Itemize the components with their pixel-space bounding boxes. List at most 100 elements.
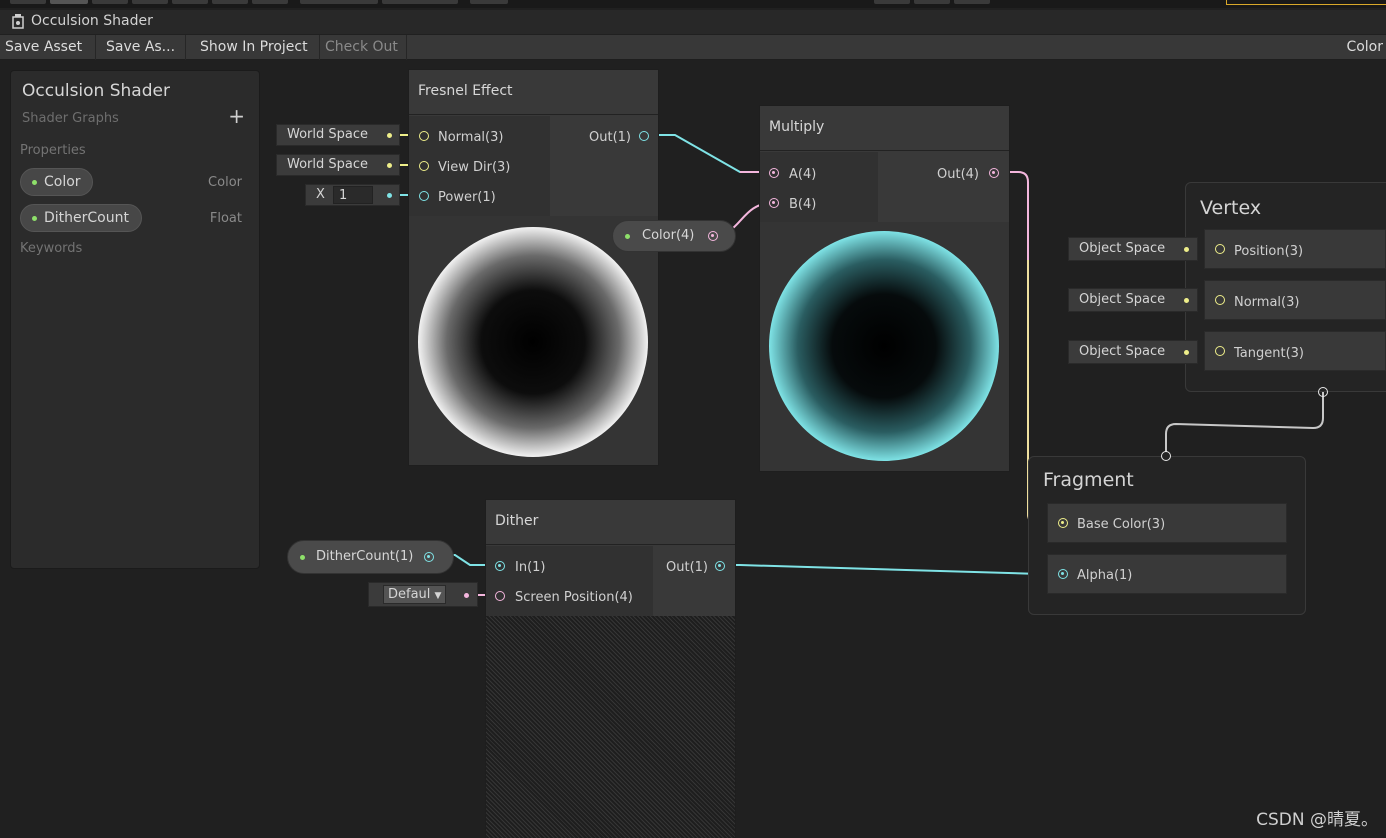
color-property-node[interactable]: Color(4): [612, 220, 736, 252]
keywords-section-label: Keywords: [20, 241, 83, 256]
property-type: Float: [209, 211, 242, 226]
power-axis-label: X: [316, 187, 325, 202]
base-color-slot[interactable]: Base Color(3): [1047, 503, 1287, 543]
blackboard-title: Occulsion Shader: [22, 81, 170, 101]
graph-toolbar: Save Asset Save As... Show In Project Ch…: [0, 35, 1386, 60]
port-label: Power(1): [438, 190, 496, 205]
screen-position-dropdown[interactable]: Defaul ▼: [383, 585, 447, 604]
screen-position-mode-field[interactable]: Defaul ▼: [368, 582, 478, 607]
properties-section-label: Properties: [20, 143, 86, 158]
dither-preview: [486, 616, 735, 838]
space-label: Object Space: [1079, 241, 1166, 256]
vertex-tangent-slot[interactable]: Tangent(3): [1204, 331, 1386, 371]
viewdir-port[interactable]: [419, 161, 429, 171]
shader-graph-window: Occulsion Shader Save Asset Save As... S…: [0, 0, 1386, 838]
viewdir-space-label: World Space: [287, 157, 369, 172]
node-outputs: Out(1): [550, 116, 658, 216]
play-mode-highlight: [1226, 0, 1386, 5]
check-out-button[interactable]: Check Out: [320, 35, 407, 60]
a-port[interactable]: [769, 168, 779, 178]
out-port[interactable]: [989, 168, 999, 178]
node-inputs: Normal(3) View Dir(3) Power(1): [409, 116, 550, 216]
out-port[interactable]: [715, 561, 725, 571]
property-name: Color: [44, 174, 81, 190]
top-strip: [0, 0, 1386, 8]
screen-position-port[interactable]: [495, 591, 505, 601]
out-port[interactable]: [639, 131, 649, 141]
normal-space-field[interactable]: World Space: [276, 124, 400, 146]
port-label: In(1): [515, 560, 546, 575]
property-dot-icon: [32, 180, 37, 185]
wire-dither-alpha: [719, 564, 1061, 575]
color-out-port[interactable]: [708, 231, 718, 241]
property-dot-icon: [300, 555, 305, 560]
vertex-space-field[interactable]: Object Space: [1068, 288, 1198, 312]
multiply-preview-sphere: [769, 231, 999, 461]
port-dot-icon: [1184, 247, 1189, 252]
watermark-text: CSDN @晴夏。: [1256, 810, 1378, 830]
shader-graph-icon: [12, 14, 24, 29]
node-preview: [760, 222, 1009, 471]
vertex-space-field[interactable]: Object Space: [1068, 340, 1198, 364]
viewdir-space-field[interactable]: World Space: [276, 154, 400, 176]
in-port[interactable]: [495, 561, 505, 571]
multiply-node[interactable]: Multiply A(4) B(4) Out(4): [759, 105, 1010, 472]
alpha-port[interactable]: [1058, 569, 1068, 579]
node-outputs: Out(4): [878, 152, 1009, 222]
node-title: Multiply: [760, 106, 1009, 151]
fresnel-effect-node[interactable]: Fresnel Effect Normal(3) View Dir(3) Pow…: [408, 69, 659, 466]
normal-port[interactable]: [419, 131, 429, 141]
dithercount-property-node[interactable]: DitherCount(1): [287, 540, 454, 574]
dither-node[interactable]: Dither In(1) Screen Position(4) Out(1): [485, 499, 736, 838]
vertex-space-field[interactable]: Object Space: [1068, 237, 1198, 261]
node-preview: [409, 216, 658, 465]
save-as-button[interactable]: Save As...: [101, 35, 186, 60]
base-color-port[interactable]: [1058, 518, 1068, 528]
property-pill-color[interactable]: Color: [20, 168, 93, 196]
alpha-slot[interactable]: Alpha(1): [1047, 554, 1287, 594]
port-dot-icon: [387, 133, 392, 138]
fragment-stack[interactable]: Fragment Base Color(3) Alpha(1): [1028, 456, 1306, 615]
port-label: B(4): [789, 197, 817, 212]
port-label: View Dir(3): [438, 160, 511, 175]
normal-space-label: World Space: [287, 127, 369, 142]
blackboard-panel[interactable]: Occulsion Shader Shader Graphs + Propert…: [10, 70, 260, 569]
power-input[interactable]: 1: [333, 186, 373, 204]
stack-title: Vertex: [1200, 197, 1262, 219]
port-dot-icon: [464, 593, 469, 598]
fresnel-preview-sphere: [418, 227, 648, 457]
slot-label: Base Color(3): [1077, 517, 1166, 532]
vertex-position-slot[interactable]: Position(3): [1204, 229, 1386, 269]
add-property-icon[interactable]: +: [228, 104, 245, 128]
dithercount-out-port[interactable]: [424, 552, 434, 562]
property-pill-dithercount[interactable]: DitherCount: [20, 204, 142, 232]
property-label: DitherCount(1): [316, 549, 414, 564]
save-asset-button[interactable]: Save Asset: [0, 35, 96, 60]
power-value-field[interactable]: X 1: [305, 184, 400, 206]
port-label: Out(1): [666, 560, 708, 575]
node-outputs: Out(1): [653, 546, 735, 616]
normal-port[interactable]: [1215, 295, 1225, 305]
power-port[interactable]: [419, 191, 429, 201]
property-dot-icon: [32, 216, 37, 221]
show-in-project-button[interactable]: Show In Project: [195, 35, 320, 60]
property-dot-icon: [625, 234, 630, 239]
port-label: Screen Position(4): [515, 590, 633, 605]
window-title: Occulsion Shader: [31, 13, 153, 29]
tangent-port[interactable]: [1215, 346, 1225, 356]
property-name: DitherCount: [44, 210, 129, 226]
vertex-flow-port[interactable]: [1318, 387, 1328, 397]
fragment-flow-port[interactable]: [1161, 451, 1171, 461]
window-title-bar[interactable]: Occulsion Shader: [0, 10, 1386, 34]
b-port[interactable]: [769, 198, 779, 208]
color-mode-toggle[interactable]: Color: [1341, 35, 1386, 60]
slot-label: Tangent(3): [1234, 346, 1304, 361]
slot-label: Position(3): [1234, 244, 1304, 259]
port-label: Normal(3): [438, 130, 504, 145]
node-title: Fresnel Effect: [409, 70, 658, 115]
vertex-normal-slot[interactable]: Normal(3): [1204, 280, 1386, 320]
position-port[interactable]: [1215, 244, 1225, 254]
dropdown-value: Defaul: [388, 587, 431, 602]
chevron-down-icon: ▼: [434, 591, 442, 601]
space-label: Object Space: [1079, 344, 1166, 359]
